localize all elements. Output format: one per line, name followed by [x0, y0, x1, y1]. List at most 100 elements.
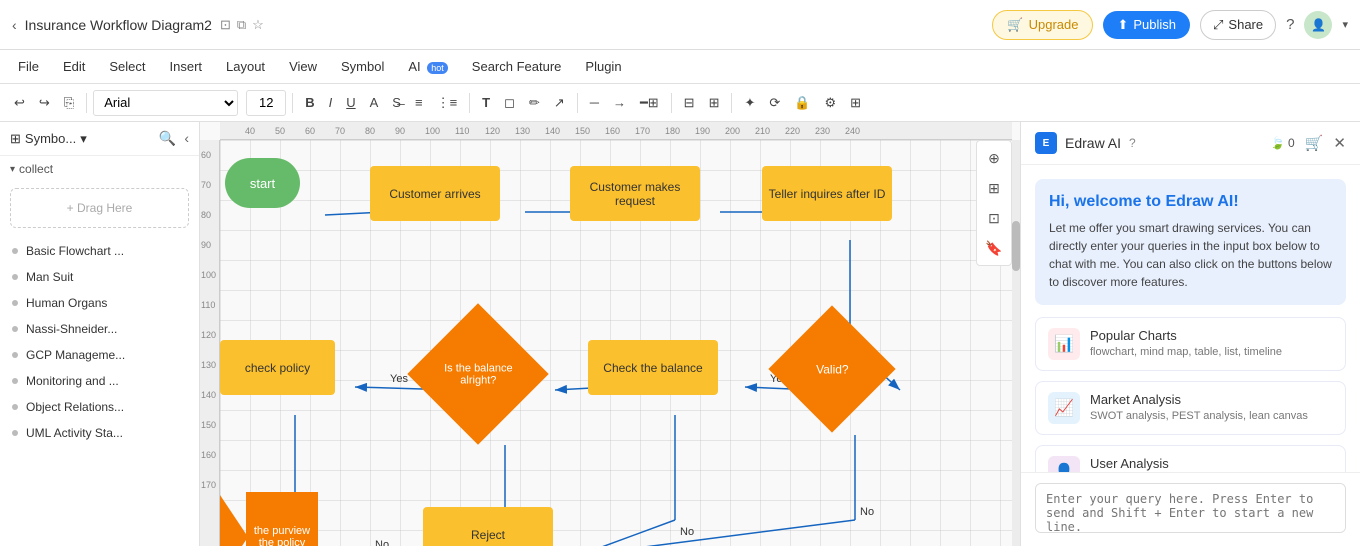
menu-edit[interactable]: Edit [53, 55, 95, 78]
node-customer-makes[interactable]: Customer makes request [570, 166, 700, 221]
menu-search-feature[interactable]: Search Feature [462, 55, 572, 78]
connection-button[interactable]: ↗ [548, 91, 571, 115]
ai-card-market-analysis-content: Market Analysis SWOT analysis, PEST anal… [1090, 392, 1308, 422]
user-analysis-icon: 👤 [1048, 456, 1080, 472]
menu-plugin[interactable]: Plugin [575, 55, 631, 78]
menu-select[interactable]: Select [99, 55, 155, 78]
scrollbar[interactable] [1012, 140, 1020, 546]
mini-cursor-button[interactable]: ⊕ [981, 145, 1007, 171]
node-customer-arrives[interactable]: Customer arrives [370, 166, 500, 221]
toolbar-divider-6 [731, 93, 732, 113]
more-tools-button[interactable]: ⚙ [818, 91, 842, 115]
collapse-icon[interactable]: ‹ [184, 130, 189, 147]
sidebar-item-3[interactable]: Nassi-Shneider... [0, 316, 199, 342]
zoom-in-button[interactable]: ⊞ [703, 91, 726, 115]
node-reject[interactable]: Reject [423, 507, 553, 546]
undo-button[interactable]: ↩ [8, 91, 31, 115]
mini-image-button[interactable]: ⊞ [981, 175, 1007, 201]
node-teller-inquires[interactable]: Teller inquires after ID [762, 166, 892, 221]
node-check-policy[interactable]: check policy [220, 340, 335, 395]
popular-charts-icon: 📊 [1048, 328, 1080, 360]
ai-card-user-analysis-content: User Analysis user story, user profile [1090, 456, 1198, 472]
ai-welcome-text: Let me offer you smart drawing services.… [1049, 219, 1332, 291]
line-style-button[interactable]: ─ [584, 91, 605, 114]
drag-here-box[interactable]: + Drag Here [10, 188, 189, 228]
shape-button[interactable]: ◻ [498, 91, 521, 115]
scroll-thumb[interactable] [1012, 221, 1020, 271]
sidebar-chevron[interactable]: ▾ [80, 131, 87, 147]
toolbar-divider-3 [469, 93, 470, 113]
menu-symbol[interactable]: Symbol [331, 55, 394, 78]
section-arrow: ▾ [10, 164, 15, 175]
sidebar-item-0[interactable]: Basic Flowchart ... [0, 238, 199, 264]
menu-ai[interactable]: AI hot [398, 55, 457, 78]
ai-card-market-analysis[interactable]: 📈 Market Analysis SWOT analysis, PEST an… [1035, 381, 1346, 435]
top-bar-right: 🛒 Upgrade ⬆ Publish ⤢ Share ? 👤 ▾ [992, 10, 1348, 40]
mini-bookmark-button[interactable]: 🔖 [981, 235, 1007, 261]
upgrade-button[interactable]: 🛒 Upgrade [992, 10, 1093, 40]
sidebar: ⊞ Symbo... ▾ 🔍 ‹ ▾ collect + Drag Here B… [0, 122, 200, 546]
zoom-out-button[interactable]: ⊟ [678, 91, 701, 115]
ai-tool-button[interactable]: ✦ [738, 91, 761, 115]
arrow-style-button[interactable]: → [607, 91, 632, 114]
align-button[interactable]: ≡ [409, 91, 429, 114]
ai-card-popular-charts[interactable]: 📊 Popular Charts flowchart, mind map, ta… [1035, 317, 1346, 371]
sidebar-item-2[interactable]: Human Organs [0, 290, 199, 316]
help-icon[interactable]: ? [1286, 16, 1294, 33]
dot-icon [12, 248, 18, 254]
pen-button[interactable]: ✏ [523, 91, 546, 115]
node-start[interactable]: start [225, 158, 300, 208]
font-select[interactable]: Arial Helvetica Times New Roman [93, 90, 238, 116]
dot-icon [12, 274, 18, 280]
menu-layout[interactable]: Layout [216, 55, 275, 78]
lock-button[interactable]: 🔒 [788, 91, 816, 115]
publish-button[interactable]: ⬆ Publish [1103, 11, 1190, 39]
account-chevron[interactable]: ▾ [1342, 18, 1348, 31]
avatar[interactable]: 👤 [1304, 11, 1332, 39]
canvas-area[interactable]: 40 50 60 70 80 90 100 110 120 130 140 15… [200, 122, 1020, 546]
ai-logo: E [1035, 132, 1057, 154]
sidebar-section-header[interactable]: ▾ collect [0, 156, 199, 182]
line-more-button[interactable]: ━⊞ [634, 91, 665, 115]
star-icon[interactable]: ☆ [252, 17, 264, 33]
format-button[interactable]: ⊞ [844, 91, 867, 115]
bold-button[interactable]: B [299, 91, 320, 114]
clone-button[interactable]: ⎘ [58, 91, 80, 115]
underline-button[interactable]: U [340, 91, 361, 114]
ai-panel-header: E Edraw AI ? 🍃 0 🛒 ✕ [1021, 122, 1360, 165]
dot-icon [12, 430, 18, 436]
italic-button[interactable]: I [323, 91, 339, 114]
sidebar-item-6[interactable]: Object Relations... [0, 394, 199, 420]
redo-button[interactable]: ↪ [33, 91, 56, 115]
sidebar-item-5[interactable]: Monitoring and ... [0, 368, 199, 394]
mini-grid-button[interactable]: ⊡ [981, 205, 1007, 231]
sidebar-item-4[interactable]: GCP Manageme... [0, 342, 199, 368]
menu-insert[interactable]: Insert [160, 55, 213, 78]
node-check-balance[interactable]: Check the balance [588, 340, 718, 395]
top-bar-icons: ? 👤 ▾ [1286, 11, 1348, 39]
sidebar-item-7[interactable]: UML Activity Sta... [0, 420, 199, 446]
ai-panel-icons: 🍃 0 🛒 ✕ [1270, 134, 1346, 152]
ai-cart-icon[interactable]: 🛒 [1305, 134, 1324, 152]
share-button[interactable]: ⤢ Share [1200, 10, 1276, 40]
font-size-input[interactable] [246, 90, 286, 116]
back-icon[interactable]: ‹ [12, 17, 17, 33]
node-purview-policy[interactable]: the purview the policy [218, 492, 318, 546]
toolbar-divider-5 [671, 93, 672, 113]
menu-view[interactable]: View [279, 55, 327, 78]
restore-button[interactable]: ⟳ [763, 91, 786, 115]
text-button[interactable]: T [476, 91, 496, 114]
ai-close-icon[interactable]: ✕ [1333, 134, 1346, 152]
window-icon-1[interactable]: ⊡ [220, 17, 231, 33]
ai-help-icon[interactable]: ? [1129, 136, 1136, 150]
menu-file[interactable]: File [8, 55, 49, 78]
search-icon[interactable]: 🔍 [159, 130, 176, 147]
ai-token-display: 🍃 0 [1270, 136, 1295, 150]
strikethrough-button[interactable]: S̶ [386, 91, 407, 114]
font-color-button[interactable]: A [364, 91, 385, 114]
ai-card-user-analysis[interactable]: 👤 User Analysis user story, user profile [1035, 445, 1346, 472]
sidebar-item-1[interactable]: Man Suit [0, 264, 199, 290]
window-icon-2[interactable]: ⧉ [237, 17, 246, 33]
ai-input-box[interactable] [1035, 483, 1346, 533]
align-more-button[interactable]: ⋮≡ [431, 91, 464, 115]
